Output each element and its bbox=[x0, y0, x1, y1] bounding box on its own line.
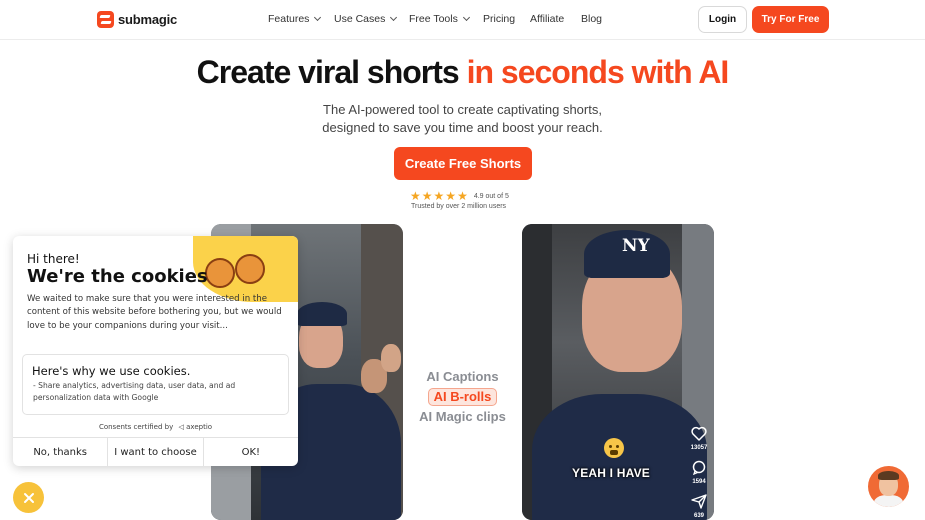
nav-link-label: Use Cases bbox=[334, 13, 386, 25]
star-icon: ★ bbox=[445, 189, 457, 203]
feature-ai-captions[interactable]: AI Captions bbox=[410, 367, 515, 387]
avatar-body bbox=[874, 495, 903, 507]
star-icon: ★ bbox=[433, 189, 445, 203]
hero-headline: Create viral shorts in seconds with AI bbox=[0, 54, 925, 91]
video-person bbox=[381, 344, 401, 372]
comments-count: 1594 bbox=[692, 479, 706, 485]
rating-text: 4.9 out of 5 bbox=[473, 192, 509, 200]
subheadline-line-1: The AI-powered tool to create captivatin… bbox=[323, 102, 602, 117]
video-actions: 13057 1594 639 bbox=[688, 424, 710, 520]
chevron-down-icon bbox=[390, 13, 398, 22]
nav-link-features[interactable]: Features bbox=[268, 13, 334, 25]
hero-subheadline: The AI-powered tool to create captivatin… bbox=[0, 101, 925, 137]
cookie-character-icon bbox=[235, 254, 265, 284]
login-button[interactable]: Login bbox=[698, 6, 747, 33]
likes-count: 13057 bbox=[690, 445, 708, 451]
nav-link-label: Free Tools bbox=[409, 13, 458, 25]
rating-row: ★ ★ ★ ★ ★ 4.9 out of 5 bbox=[410, 190, 509, 202]
nav-link-use-cases[interactable]: Use Cases bbox=[334, 13, 409, 25]
video-caption: YEAH I HAVE bbox=[572, 466, 650, 480]
chevron-down-icon bbox=[314, 13, 322, 22]
top-nav: submagic Features Use Cases Free Tools P… bbox=[0, 0, 925, 40]
chevron-down-icon bbox=[462, 13, 470, 22]
headline-part-2: in seconds with AI bbox=[466, 54, 730, 90]
feature-ai-b-rolls[interactable]: AI B-rolls bbox=[427, 388, 498, 406]
cookie-why-title: Here's why we use cookies. bbox=[32, 364, 191, 378]
cookie-greeting: Hi there! bbox=[27, 252, 80, 266]
trusted-text: Trusted by over 2 million users bbox=[411, 203, 507, 210]
heart-icon[interactable] bbox=[689, 424, 709, 442]
avatar-hair bbox=[878, 471, 899, 480]
nav-link-free-tools[interactable]: Free Tools bbox=[409, 13, 483, 25]
feature-ai-magic-clips[interactable]: AI Magic clips bbox=[410, 407, 515, 427]
share-icon[interactable] bbox=[689, 492, 709, 510]
video-person bbox=[297, 302, 347, 326]
feature-list: AI Captions AI B-rolls AI Magic clips bbox=[410, 367, 515, 427]
close-cookie-widget-button[interactable] bbox=[13, 482, 44, 513]
choose-cookies-button[interactable]: I want to choose bbox=[108, 438, 204, 466]
consent-certified: Consents certified by ◁ axeptio bbox=[13, 423, 298, 431]
nav-link-label: Features bbox=[268, 13, 310, 25]
headline-part-1: Create viral shorts bbox=[196, 54, 460, 90]
brand-logo[interactable]: submagic bbox=[97, 11, 177, 28]
nav-link-blog[interactable]: Blog bbox=[581, 13, 611, 25]
axeptio-icon: ◁ bbox=[178, 423, 184, 431]
star-icon: ★ bbox=[421, 189, 433, 203]
logo-mark-icon bbox=[97, 11, 114, 28]
accept-cookies-button[interactable]: OK! bbox=[204, 438, 298, 466]
cookie-buttons: No, thanks I want to choose OK! bbox=[13, 437, 298, 466]
cookie-purpose-item: - Share analytics, advertising data, use… bbox=[33, 381, 236, 402]
nav-link-affiliate[interactable]: Affiliate bbox=[530, 13, 581, 25]
brand-name: submagic bbox=[118, 12, 178, 27]
star-icon: ★ bbox=[410, 189, 421, 203]
video-person bbox=[532, 394, 707, 520]
comment-icon[interactable] bbox=[689, 458, 709, 476]
nav-link-label: Pricing bbox=[483, 13, 516, 25]
star-icon: ★ bbox=[457, 189, 468, 203]
chat-support-avatar[interactable] bbox=[868, 466, 909, 507]
subheadline-line-2: designed to save you time and boost your… bbox=[322, 120, 603, 135]
nav-links: Features Use Cases Free Tools Pricing Af… bbox=[268, 13, 611, 25]
demo-video-right[interactable]: NY YEAH I HAVE 13057 1594 639 bbox=[522, 224, 714, 520]
cookie-consent-dialog: Hi there! We're the cookies We waited to… bbox=[13, 236, 298, 466]
cookie-purpose-box: Here's why we use cookies. - Share analy… bbox=[22, 354, 289, 415]
close-icon bbox=[23, 492, 34, 503]
nav-link-label: Blog bbox=[581, 13, 603, 25]
try-for-free-button[interactable]: Try For Free bbox=[752, 6, 829, 33]
cookie-description: We waited to make sure that you were int… bbox=[27, 294, 282, 331]
emoji-icon bbox=[604, 438, 624, 458]
create-free-shorts-button[interactable]: Create Free Shorts bbox=[394, 147, 532, 180]
cookie-title: We're the cookies bbox=[27, 266, 208, 287]
decline-cookies-button[interactable]: No, thanks bbox=[13, 438, 109, 466]
nav-link-label: Affiliate bbox=[530, 13, 565, 25]
ny-logo-icon: NY bbox=[622, 236, 650, 256]
shares-count: 639 bbox=[693, 513, 704, 519]
nav-link-pricing[interactable]: Pricing bbox=[483, 13, 530, 25]
certifier-name[interactable]: axeptio bbox=[186, 423, 212, 431]
certified-label: Consents certified by bbox=[98, 423, 174, 431]
cookie-character-icon bbox=[205, 258, 235, 288]
